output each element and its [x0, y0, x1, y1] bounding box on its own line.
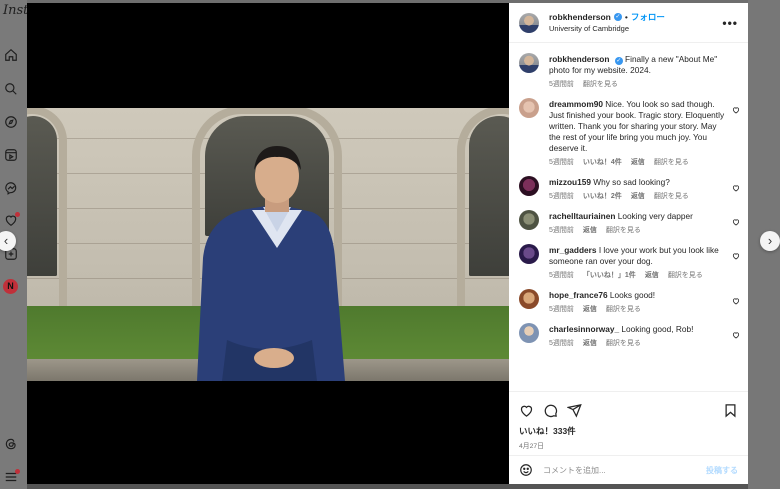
comment-row: dreammom90 Nice. You look so sad though.… — [509, 89, 748, 167]
comment-text: Looking very dapper — [617, 211, 693, 221]
commenter-username[interactable]: mizzou159 — [549, 177, 591, 187]
reply-button[interactable]: 返信 — [583, 225, 597, 235]
comment-row: rachelltauriainen Looking very dapper 5週… — [509, 201, 748, 235]
commenter-username[interactable]: rachelltauriainen — [549, 211, 615, 221]
caption-avatar[interactable] — [519, 53, 539, 73]
commenter-avatar[interactable] — [519, 289, 539, 309]
notification-dot — [15, 212, 20, 217]
post-actions: いいね！333件 4月27日 — [509, 391, 748, 450]
comment-likes[interactable]: いいね！4件 — [583, 157, 622, 167]
post-photo — [27, 108, 509, 381]
person-figure — [197, 146, 345, 381]
comment-likes[interactable]: 「いいね！」1件 — [583, 270, 636, 280]
comment-like-heart-icon[interactable] — [732, 218, 740, 226]
comment-like-heart-icon[interactable] — [732, 252, 740, 260]
comment-row: charlesinnorway_ Looking good, Rob! 5週間前… — [509, 314, 748, 348]
likes-count[interactable]: いいね！333件 — [519, 425, 738, 437]
commenter-avatar[interactable] — [519, 176, 539, 196]
comment-row: mr_gadders I love your work but you look… — [509, 235, 748, 280]
comment-time[interactable]: 5週間前 — [549, 191, 574, 201]
comment-like-heart-icon[interactable] — [732, 184, 740, 192]
like-heart-icon[interactable] — [519, 403, 534, 418]
reels-icon[interactable] — [4, 148, 18, 162]
reply-button[interactable]: 返信 — [631, 191, 645, 201]
comment-likes[interactable]: いいね！2件 — [583, 191, 622, 201]
commenter-avatar[interactable] — [519, 210, 539, 230]
commenter-username[interactable]: dreammom90 — [549, 99, 603, 109]
comment-text: Looking good, Rob! — [621, 324, 694, 334]
home-icon[interactable] — [4, 48, 18, 62]
follow-button[interactable]: フォロー — [631, 12, 665, 23]
caption-row: robkhenderson ✓ Finally a new "About Me"… — [509, 44, 748, 89]
next-post-button[interactable]: › — [760, 231, 780, 251]
share-plane-icon[interactable] — [567, 403, 582, 418]
comment-bubble-icon[interactable] — [543, 403, 558, 418]
post-sidebar: robkhenderson ✓ • フォロー University of Cam… — [509, 3, 748, 484]
separator-dot: • — [624, 11, 628, 22]
comment-time[interactable]: 5週間前 — [549, 338, 574, 348]
caption-time[interactable]: 5週間前 — [549, 79, 574, 89]
comments-list[interactable]: robkhenderson ✓ Finally a new "About Me"… — [509, 44, 748, 389]
comment-row: mizzou159 Why so sad looking? 5週間前 いいね！2件… — [509, 167, 748, 201]
post-header: robkhenderson ✓ • フォロー University of Cam… — [509, 3, 748, 43]
comment-like-heart-icon[interactable] — [732, 331, 740, 339]
verified-badge-icon: ✓ — [614, 57, 623, 65]
bookmark-icon[interactable] — [723, 403, 738, 418]
comment-row: hope_france76 Looks good! 5週間前 返信 翻訳を見る — [509, 280, 748, 314]
more-options-icon[interactable]: ••• — [722, 16, 738, 30]
translate-link[interactable]: 翻訳を見る — [654, 157, 689, 167]
reply-button[interactable]: 返信 — [583, 338, 597, 348]
emoji-icon[interactable] — [519, 463, 533, 477]
comment-like-heart-icon[interactable] — [732, 297, 740, 305]
comment-time[interactable]: 5週間前 — [549, 270, 574, 280]
post-location[interactable]: University of Cambridge — [549, 23, 722, 34]
commenter-avatar[interactable] — [519, 323, 539, 343]
comment-text: Why so sad looking? — [593, 177, 670, 187]
translate-link[interactable]: 翻訳を見る — [606, 338, 641, 348]
post-comment-button[interactable]: 投稿する — [706, 465, 738, 476]
comment-time[interactable]: 5週間前 — [549, 225, 574, 235]
reply-button[interactable]: 返信 — [631, 157, 645, 167]
commenter-avatar[interactable] — [519, 98, 539, 118]
comment-time[interactable]: 5週間前 — [549, 304, 574, 314]
comment-time[interactable]: 5週間前 — [549, 157, 574, 167]
commenter-avatar[interactable] — [519, 244, 539, 264]
author-username[interactable]: robkhenderson — [549, 12, 611, 23]
comment-like-heart-icon[interactable] — [732, 106, 740, 114]
comment-composer: 投稿する — [509, 455, 748, 484]
comment-input[interactable] — [543, 465, 706, 475]
threads-icon[interactable] — [4, 437, 18, 451]
caption-username[interactable]: robkhenderson — [549, 54, 609, 64]
commenter-username[interactable]: charlesinnorway_ — [549, 324, 619, 334]
comment-text: Looks good! — [609, 290, 656, 300]
reply-button[interactable]: 返信 — [645, 270, 659, 280]
post-date[interactable]: 4月27日 — [519, 440, 738, 450]
explore-icon[interactable] — [4, 115, 18, 129]
author-avatar[interactable] — [519, 12, 539, 33]
messenger-icon[interactable] — [4, 181, 18, 195]
menu-notification-dot — [15, 469, 20, 474]
reply-button[interactable]: 返信 — [583, 304, 597, 314]
post-modal: robkhenderson ✓ • フォロー University of Cam… — [27, 3, 748, 484]
search-icon[interactable] — [4, 82, 18, 96]
translate-link[interactable]: 翻訳を見る — [606, 304, 641, 314]
caption-translate-link[interactable]: 翻訳を見る — [583, 79, 618, 89]
post-media[interactable] — [27, 3, 509, 484]
background-feed-strip — [27, 484, 780, 489]
commenter-username[interactable]: mr_gadders — [549, 245, 597, 255]
verified-badge-icon: ✓ — [613, 13, 622, 21]
translate-link[interactable]: 翻訳を見る — [668, 270, 703, 280]
netflix-avatar-icon[interactable]: N — [3, 279, 18, 294]
translate-link[interactable]: 翻訳を見る — [654, 191, 689, 201]
commenter-username[interactable]: hope_france76 — [549, 290, 608, 300]
translate-link[interactable]: 翻訳を見る — [606, 225, 641, 235]
